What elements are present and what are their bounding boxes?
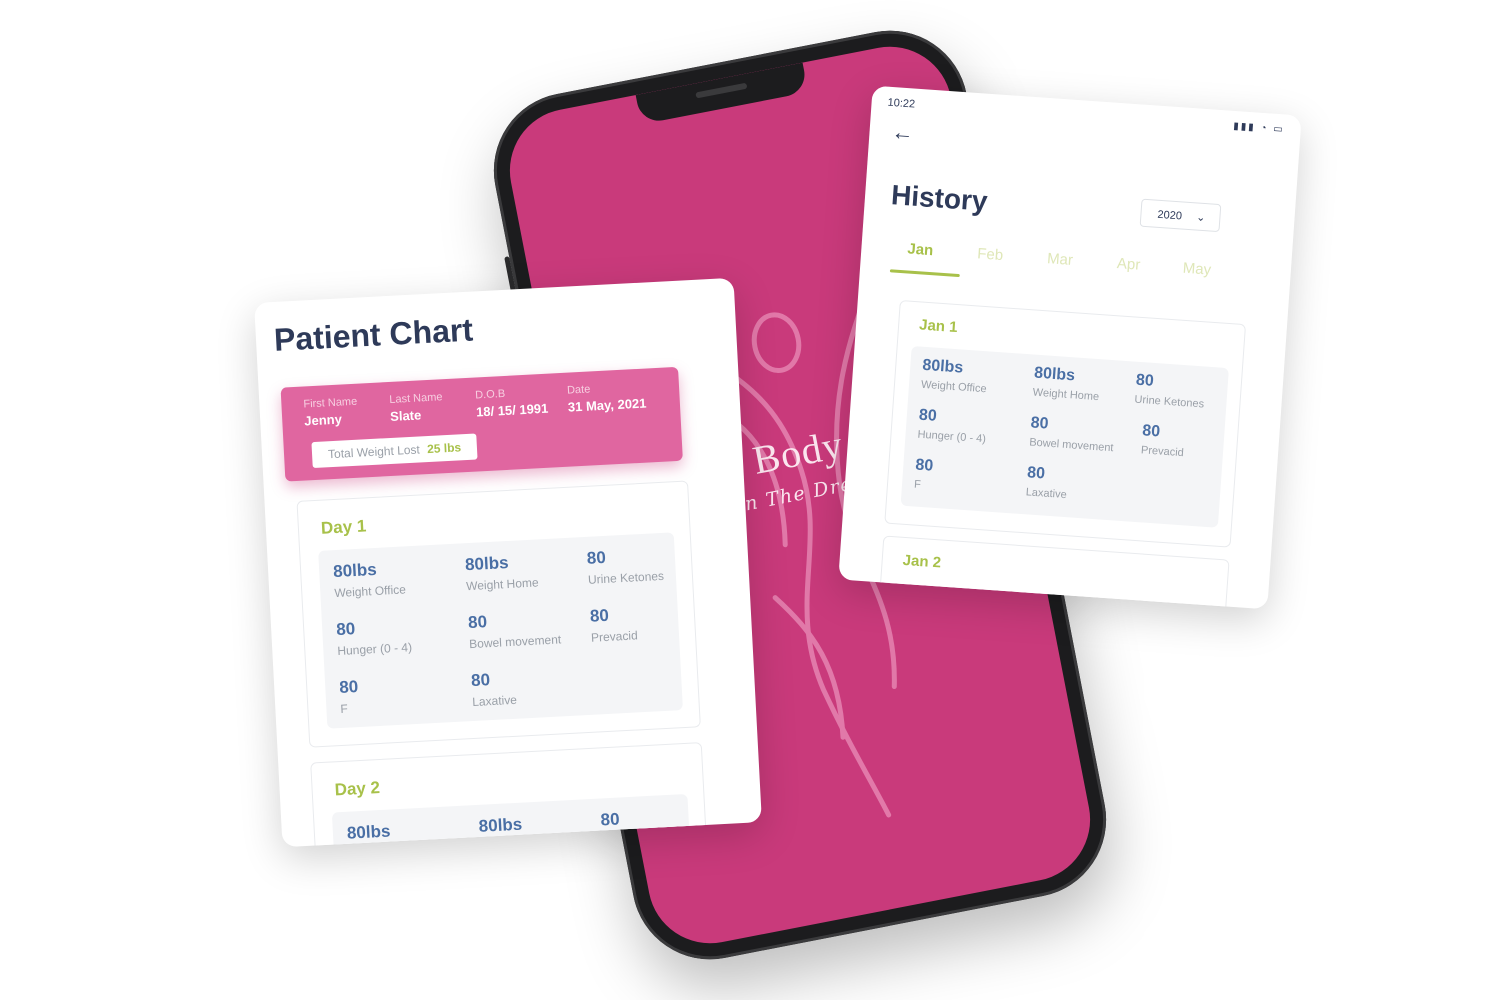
metric-value: 80 xyxy=(467,612,488,633)
metric-value: 80 xyxy=(589,605,610,626)
total-weight-lost-value: 25 lbs xyxy=(426,440,462,457)
date-value: 31 May, 2021 xyxy=(567,395,647,415)
chevron-down-icon: ⌄ xyxy=(1195,211,1206,225)
phone-notch xyxy=(635,62,809,125)
metric-value: 80lbs xyxy=(332,559,378,582)
metric-label: Prevacid xyxy=(1140,444,1185,460)
metric-label: Weight Office xyxy=(920,378,987,396)
metric-value: 80 xyxy=(600,809,620,830)
first-name-value: Jenny xyxy=(303,411,343,429)
page-title: History xyxy=(890,179,989,217)
metric-urine-ketones: 80 Urine Ketones xyxy=(1134,372,1206,411)
metric-hunger: 80 Hunger (0 - 4) xyxy=(917,407,988,446)
metric-hunger: 80 Hunger (0 - 4) xyxy=(336,616,413,658)
date-field: Date 31 May, 2021 xyxy=(566,381,647,415)
metric-label: Bowel movement xyxy=(468,632,562,652)
metric-label: Urine Ketones xyxy=(587,568,665,587)
history-screen: 10:22 ▮▮▮ ◔ ▭ ← History 2020 ⌄ Jan Feb M… xyxy=(838,85,1302,610)
page-title: Patient Chart xyxy=(273,311,474,358)
history-entry-card[interactable]: Jan 1 80lbs Weight Office 80lbs Weight H… xyxy=(884,300,1247,548)
metric-label: Hunger (0 - 4) xyxy=(917,428,987,446)
dob-value: 18/ 15/ 1991 xyxy=(475,400,549,420)
metric-label: Prevacid xyxy=(590,628,639,645)
year-select[interactable]: 2020 ⌄ xyxy=(1139,198,1222,233)
date-label: Date xyxy=(566,383,591,397)
first-name-label: First Name xyxy=(303,395,358,411)
phone-speaker xyxy=(695,82,748,99)
status-bar-icons: ▮▮▮ ◔ ▭ xyxy=(1232,120,1286,136)
metric-value: 80 xyxy=(914,456,934,475)
metrics-grid: 80lbs Weight Office 80lbs Weight Home 80… xyxy=(318,532,683,729)
back-arrow-icon[interactable]: ← xyxy=(891,119,915,146)
metric-value: 80 xyxy=(335,619,356,640)
metric-value: 80lbs xyxy=(1033,364,1076,385)
metric-value: 80 xyxy=(1135,371,1155,390)
metric-label: Weight Home xyxy=(465,575,539,594)
last-name-value: Slate xyxy=(389,407,422,424)
entry-title: Jan 2 xyxy=(902,551,942,572)
metric-value: 80lbs xyxy=(921,356,964,377)
tab-jan[interactable]: Jan xyxy=(907,240,934,259)
metric-value: 80 xyxy=(586,547,607,568)
day-title: Day 2 xyxy=(334,778,381,800)
metric-label: Urine Ketones xyxy=(1134,393,1205,411)
tab-apr[interactable]: Apr xyxy=(1116,255,1140,274)
dob-field: D.O.B 18/ 15/ 1991 xyxy=(475,386,549,420)
month-tabs: Jan Feb Mar Apr May xyxy=(889,240,1227,302)
metric-weight-home: 80lbs Weight Home xyxy=(465,551,539,593)
metric-prevacid: 80 Prevacid xyxy=(589,604,639,645)
metric-label: Bowel movement xyxy=(1028,436,1114,455)
tab-mar[interactable]: Mar xyxy=(1047,250,1074,269)
metric-value: 80 xyxy=(1141,422,1161,441)
metric-label: F xyxy=(913,478,922,491)
entry-title: Jan 1 xyxy=(918,316,959,337)
metric-weight-home: 80lbs Weight Home xyxy=(1032,365,1101,404)
metric-urine-ketones: 80 Urine Ketones xyxy=(586,545,664,587)
metric-label: Weight Office xyxy=(333,582,407,601)
total-weight-lost-label: Total Weight Lost xyxy=(327,442,421,462)
dob-label: D.O.B xyxy=(474,387,506,402)
metric-weight-office: 80lbs xyxy=(346,822,390,844)
metric-laxative: 80 Laxative xyxy=(471,669,518,709)
metric-bowel-movement: 80 Bowel movement xyxy=(468,608,562,651)
day-card[interactable]: Day 1 80lbs Weight Office 80lbs Weight H… xyxy=(296,480,701,748)
last-name-field: Last Name Slate xyxy=(389,391,444,424)
metric-weight-office: 80lbs Weight Office xyxy=(921,357,989,395)
total-weight-lost-chip: Total Weight Lost 25 lbs xyxy=(311,433,478,469)
metric-f: 80 F xyxy=(339,677,360,716)
metric-bowel-movement: 80 Bowel movement xyxy=(1029,414,1116,454)
metric-value: 80lbs xyxy=(478,814,523,836)
metric-f: 80 F xyxy=(914,457,934,492)
metric-value: 80lbs xyxy=(464,552,509,575)
tab-feb[interactable]: Feb xyxy=(977,245,1004,264)
active-tab-underline xyxy=(889,269,960,278)
metric-value: 80 xyxy=(338,677,359,697)
metric-laxative: 80 Laxative xyxy=(1025,464,1068,501)
last-name-label: Last Name xyxy=(389,391,443,406)
metric-label: Laxative xyxy=(1025,486,1068,502)
patient-info-bar: First Name Jenny Last Name Slate D.O.B 1… xyxy=(280,366,683,482)
metric-value: 80 xyxy=(1030,414,1049,433)
metric-label: F xyxy=(340,701,349,716)
metric-value: 80lbs xyxy=(346,821,391,843)
metric-weight-office: 80lbs Weight Office xyxy=(333,558,406,600)
metric-value: 80 xyxy=(1026,464,1046,483)
metric-urine-ketones: 80 xyxy=(600,810,620,831)
first-name-field: First Name Jenny xyxy=(303,396,358,429)
day-title: Day 1 xyxy=(320,516,367,538)
metric-weight-home: 80lbs xyxy=(478,815,522,837)
status-bar-time: 10:22 xyxy=(887,96,916,111)
metric-label: Laxative xyxy=(471,692,518,710)
patient-chart-panel: Patient Chart First Name Jenny Last Name… xyxy=(254,277,762,848)
metrics-grid: 80lbs Weight Office 80lbs Weight Home 80… xyxy=(900,345,1229,528)
metric-prevacid: 80 Prevacid xyxy=(1141,422,1186,459)
metric-label: Hunger (0 - 4) xyxy=(337,640,413,659)
metric-value: 80 xyxy=(918,406,938,425)
metric-label: Weight Home xyxy=(1032,386,1100,404)
year-select-value: 2020 xyxy=(1157,208,1183,223)
tab-may[interactable]: May xyxy=(1182,260,1211,279)
metric-value: 80 xyxy=(470,670,491,691)
